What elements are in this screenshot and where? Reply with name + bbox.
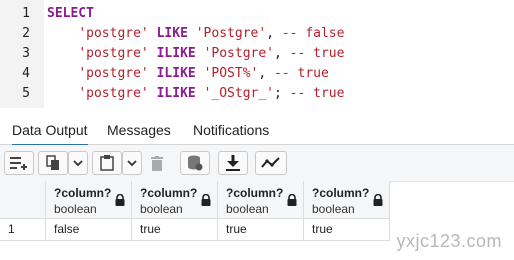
code-text: 'postgre' ILIKE 'Postgre', -- true <box>47 44 344 64</box>
sql-keyword: LIKE <box>156 26 188 41</box>
download-button[interactable] <box>218 151 248 175</box>
results-toolbar <box>0 145 514 182</box>
sql-comment: -- true <box>289 86 345 101</box>
sql-string: 'postgre' <box>78 86 149 101</box>
add-row-icon <box>10 156 28 170</box>
code-line[interactable]: 2 'postgre' LIKE 'Postgre', -- false <box>0 24 514 44</box>
lock-icon <box>115 193 125 211</box>
paste-options-dropdown[interactable] <box>122 151 142 175</box>
tab-notifications[interactable]: Notifications <box>193 118 269 144</box>
sql-string: 'postgre' <box>78 26 149 41</box>
line-number: 2 <box>22 26 30 41</box>
lock-icon <box>373 193 383 211</box>
column-name: ?column? <box>312 186 370 200</box>
column-header[interactable]: ?column? boolean <box>218 181 304 219</box>
column-name: ?column? <box>54 186 112 200</box>
sql-comment: -- true <box>289 46 345 61</box>
copy-button[interactable] <box>38 151 68 175</box>
paste-icon <box>100 155 114 171</box>
sql-string: 'postgre' <box>78 46 149 61</box>
sql-string: 'Postgre' <box>203 46 275 61</box>
column-header[interactable]: ?column? boolean <box>46 181 132 219</box>
delete-button[interactable] <box>145 151 169 175</box>
copy-options-dropdown[interactable] <box>68 151 88 175</box>
tab-messages[interactable]: Messages <box>107 118 171 144</box>
table-cell[interactable]: false <box>46 219 132 241</box>
sql-comment: -- false <box>281 26 345 41</box>
sql-text: ; <box>274 86 290 101</box>
graph-visualiser-button[interactable] <box>255 151 287 175</box>
column-type: boolean <box>54 202 97 216</box>
code-line[interactable]: 5 'postgre' ILIKE '_OStgr_'; -- true <box>0 84 514 104</box>
lock-icon <box>201 193 211 211</box>
sql-keyword: ILIKE <box>156 66 196 81</box>
column-type: boolean <box>312 202 355 216</box>
chevron-down-icon <box>127 160 137 166</box>
save-data-button[interactable] <box>180 151 210 175</box>
save-data-icon <box>187 155 203 171</box>
code-line[interactable]: 1 SELECT <box>0 4 514 24</box>
code-text: SELECT <box>47 4 94 24</box>
lock-icon <box>287 193 297 211</box>
results-tabs: Data Output Messages Notifications <box>0 118 514 146</box>
paste-button[interactable] <box>92 151 122 175</box>
sql-text: , <box>274 46 290 61</box>
tab-data-output[interactable]: Data Output <box>12 118 88 146</box>
sql-comment: -- true <box>274 66 329 81</box>
line-number: 5 <box>22 86 30 101</box>
sql-text: , <box>258 66 275 81</box>
sql-keyword: SELECT <box>47 6 94 21</box>
column-type: boolean <box>140 202 183 216</box>
copy-icon <box>46 155 60 171</box>
sql-string: 'postgre' <box>78 66 149 81</box>
sql-keyword: ILIKE <box>156 86 196 101</box>
sql-string: 'Postgre' <box>195 26 267 41</box>
column-type: boolean <box>226 202 269 216</box>
table-cell[interactable]: true <box>304 219 390 241</box>
graph-visualiser-icon <box>261 157 281 169</box>
code-text: 'postgre' LIKE 'Postgre', -- false <box>47 24 344 44</box>
grid-corner <box>0 181 46 219</box>
code-line[interactable]: 4 'postgre' ILIKE 'POST%', -- true <box>0 64 514 84</box>
line-number: 3 <box>22 46 30 61</box>
sql-string: '_OStgr_' <box>203 86 275 101</box>
table-cell[interactable]: true <box>132 219 218 241</box>
line-number: 4 <box>22 66 30 81</box>
column-header[interactable]: ?column? boolean <box>132 181 218 219</box>
sql-text: , <box>266 26 282 41</box>
code-text: 'postgre' ILIKE '_OStgr_'; -- true <box>47 84 344 104</box>
table-cell[interactable]: true <box>218 219 304 241</box>
sql-keyword: ILIKE <box>156 46 196 61</box>
code-text: 'postgre' ILIKE 'POST%', -- true <box>47 64 329 84</box>
row-number[interactable]: 1 <box>0 219 46 241</box>
line-number: 1 <box>22 6 30 21</box>
column-header[interactable]: ?column? boolean <box>304 181 390 219</box>
column-name: ?column? <box>226 186 284 200</box>
sql-string: 'POST%' <box>203 66 259 81</box>
code-line[interactable]: 3 'postgre' ILIKE 'Postgre', -- true <box>0 44 514 64</box>
delete-icon <box>151 155 163 171</box>
download-icon <box>226 155 240 171</box>
sql-editor[interactable]: 1 SELECT 2 'postgre' LIKE 'Postgre', -- fa… <box>0 0 514 108</box>
add-row-button[interactable] <box>4 151 34 175</box>
watermark: yxjc123.com <box>396 231 502 251</box>
column-name: ?column? <box>140 186 198 200</box>
chevron-down-icon <box>73 160 83 166</box>
